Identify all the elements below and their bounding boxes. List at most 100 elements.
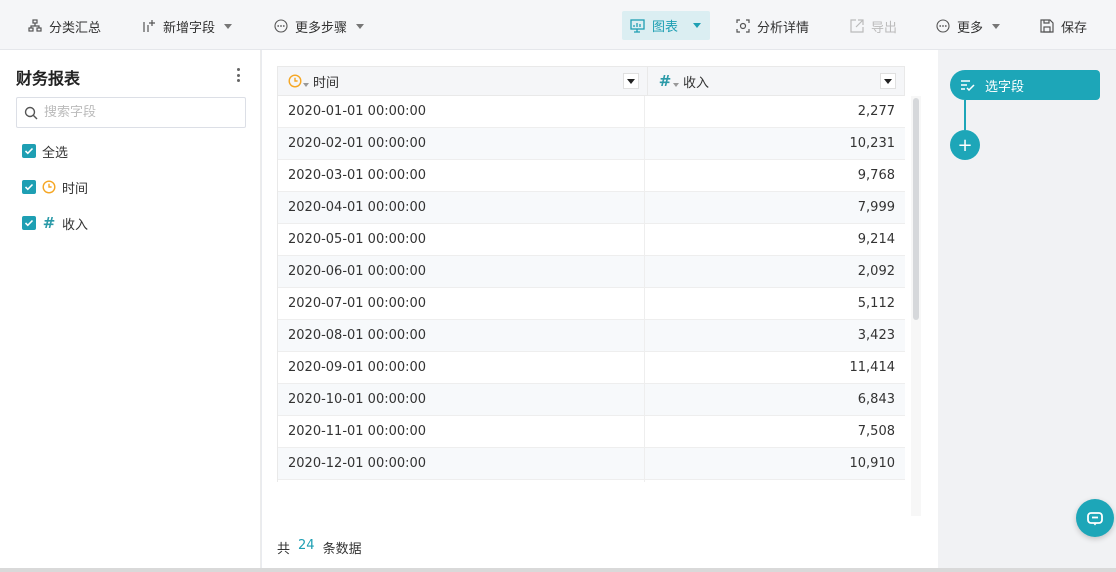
scan-icon — [736, 19, 750, 33]
chart-button[interactable]: 图表 — [622, 11, 710, 40]
hierarchy-icon — [28, 19, 42, 32]
column-header-income[interactable]: # 收入 — [648, 67, 904, 95]
table-row[interactable]: 2020-12-01 00:00:00 10,910 — [278, 448, 905, 480]
steps-panel: 选字段 + — [938, 50, 1116, 568]
field-item-income[interactable]: # 收入 — [22, 213, 88, 233]
bottom-strip — [0, 568, 1116, 572]
cell-time: 2020-08-01 00:00:00 — [278, 320, 646, 351]
toolbar: 分类汇总 新增字段 更多步骤 图表 分析详情 导出 更多 保存 — [0, 0, 1116, 50]
more-steps-label: 更多步骤 — [295, 20, 348, 36]
field-item-time[interactable]: 时间 — [22, 177, 88, 197]
cell-income: 7,999 — [857, 200, 895, 215]
field-search-input[interactable] — [44, 105, 224, 120]
checkmark-icon — [24, 183, 34, 191]
analysis-detail-button[interactable]: 分析详情 — [728, 12, 817, 40]
add-field-label: 新增字段 — [163, 20, 216, 36]
cell-income: 3,423 — [857, 328, 895, 343]
table-body: 2020-01-01 00:00:00 2,277 2020-02-01 00:00… — [277, 96, 905, 482]
scrollbar-thumb[interactable] — [913, 98, 919, 320]
column-dropdown-time[interactable] — [623, 73, 639, 89]
table-row[interactable]: 2020-05-01 00:00:00 9,214 — [278, 224, 905, 256]
column-dropdown-income[interactable] — [880, 73, 896, 89]
cell-income: 6,843 — [857, 392, 895, 407]
select-fields-step[interactable]: 选字段 — [950, 70, 1100, 100]
table-row[interactable]: 2020-04-01 00:00:00 7,999 — [278, 192, 905, 224]
cell-time: 2020-06-01 00:00:00 — [278, 256, 646, 287]
customer-service-button[interactable] — [1076, 499, 1114, 537]
field-checkbox-income[interactable] — [22, 216, 36, 230]
cell-time: 2020-04-01 00:00:00 — [278, 192, 646, 223]
export-button[interactable]: 导出 — [842, 12, 905, 40]
table-row[interactable]: 2021-01-01 00:00:009,446 — [278, 480, 905, 482]
field-panel: 财务报表 全选 时间 # 收入 — [0, 50, 261, 568]
more-label: 更多 — [957, 20, 984, 36]
table-row[interactable]: 2020-11-01 00:00:00 7,508 — [278, 416, 905, 448]
chevron-down-icon — [693, 23, 702, 28]
table-row[interactable]: 2020-08-01 00:00:00 3,423 — [278, 320, 905, 352]
cell-time: 2020-11-01 00:00:00 — [278, 416, 646, 447]
field-label-income: 收入 — [62, 217, 89, 233]
select-all-row[interactable]: 全选 — [22, 141, 68, 161]
export-icon — [850, 19, 864, 33]
number-field-icon: # — [42, 214, 56, 232]
chevron-down-icon — [356, 23, 365, 29]
table-row[interactable]: 2020-09-01 00:00:00 11,414 — [278, 352, 905, 384]
kebab-menu-icon[interactable] — [231, 66, 245, 84]
field-label-time: 时间 — [62, 181, 89, 197]
chat-support-icon — [1087, 512, 1103, 526]
chart-label: 图表 — [652, 20, 679, 35]
cell-time: 2020-09-01 00:00:00 — [278, 352, 646, 383]
cell-income: 9,214 — [857, 232, 895, 247]
more-button[interactable]: 更多 — [928, 12, 1008, 40]
cell-income: 2,092 — [857, 264, 895, 279]
chart-icon — [630, 18, 645, 33]
add-field-icon — [143, 20, 155, 32]
table-row[interactable]: 2020-03-01 00:00:00 9,768 — [278, 160, 905, 192]
analysis-detail-label: 分析详情 — [757, 20, 810, 36]
table-row[interactable]: 2020-10-01 00:00:00 6,843 — [278, 384, 905, 416]
add-field-button[interactable]: 新增字段 — [134, 12, 240, 40]
chevron-down-icon — [992, 23, 1001, 29]
export-label: 导出 — [871, 20, 898, 36]
sort-caret-icon — [303, 83, 309, 87]
table-row[interactable]: 2020-07-01 00:00:00 5,112 — [278, 288, 905, 320]
cell-time: 2020-03-01 00:00:00 — [278, 160, 646, 191]
column-label-time: 时间 — [313, 75, 340, 91]
add-step-button[interactable]: + — [950, 130, 980, 160]
cell-time: 2021-01-01 00:00:00 — [278, 480, 646, 482]
cell-time: 2020-12-01 00:00:00 — [278, 448, 646, 479]
step-connector — [964, 100, 966, 130]
cell-income: 9,446 — [645, 480, 905, 482]
ellipsis-circle-icon — [936, 19, 950, 33]
footer-suffix: 条数据 — [322, 542, 362, 557]
cell-time: 2020-01-01 00:00:00 — [278, 96, 646, 127]
clock-icon — [42, 180, 56, 194]
select-all-label: 全选 — [42, 145, 69, 161]
chevron-down-icon — [224, 23, 233, 29]
data-preview-area: 时间 # 收入 2020-01-01 00:00:00 2,277 2020-02-… — [262, 50, 938, 568]
more-steps-button[interactable]: 更多步骤 — [266, 12, 372, 40]
data-table: 时间 # 收入 2020-01-01 00:00:00 2,277 2020-02-… — [277, 66, 905, 482]
table-row[interactable]: 2020-06-01 00:00:00 2,092 — [278, 256, 905, 288]
dataset-title: 财务报表 — [16, 69, 81, 88]
field-checkbox-time[interactable] — [22, 180, 36, 194]
cell-time: 2020-05-01 00:00:00 — [278, 224, 646, 255]
chevron-down-icon — [884, 78, 892, 84]
ellipsis-circle-icon — [274, 19, 288, 33]
number-field-icon: # — [658, 72, 672, 90]
save-icon — [1040, 19, 1054, 33]
cell-time: 2020-02-01 00:00:00 — [278, 128, 646, 159]
group-summary-button[interactable]: 分类汇总 — [20, 12, 109, 40]
table-row[interactable]: 2020-01-01 00:00:00 2,277 — [278, 96, 905, 128]
table-row[interactable]: 2020-02-01 00:00:00 10,231 — [278, 128, 905, 160]
save-button[interactable]: 保存 — [1032, 12, 1095, 40]
row-count-footer: 共 24 条数据 — [277, 538, 362, 557]
cell-income: 2,277 — [857, 104, 895, 119]
search-icon — [24, 106, 38, 119]
clock-icon — [288, 74, 302, 88]
cell-time: 2020-07-01 00:00:00 — [278, 288, 646, 319]
select-all-checkbox[interactable] — [22, 144, 36, 158]
cell-income: 10,231 — [849, 136, 896, 151]
column-header-time[interactable]: 时间 — [278, 67, 648, 95]
sort-caret-icon — [673, 83, 679, 87]
